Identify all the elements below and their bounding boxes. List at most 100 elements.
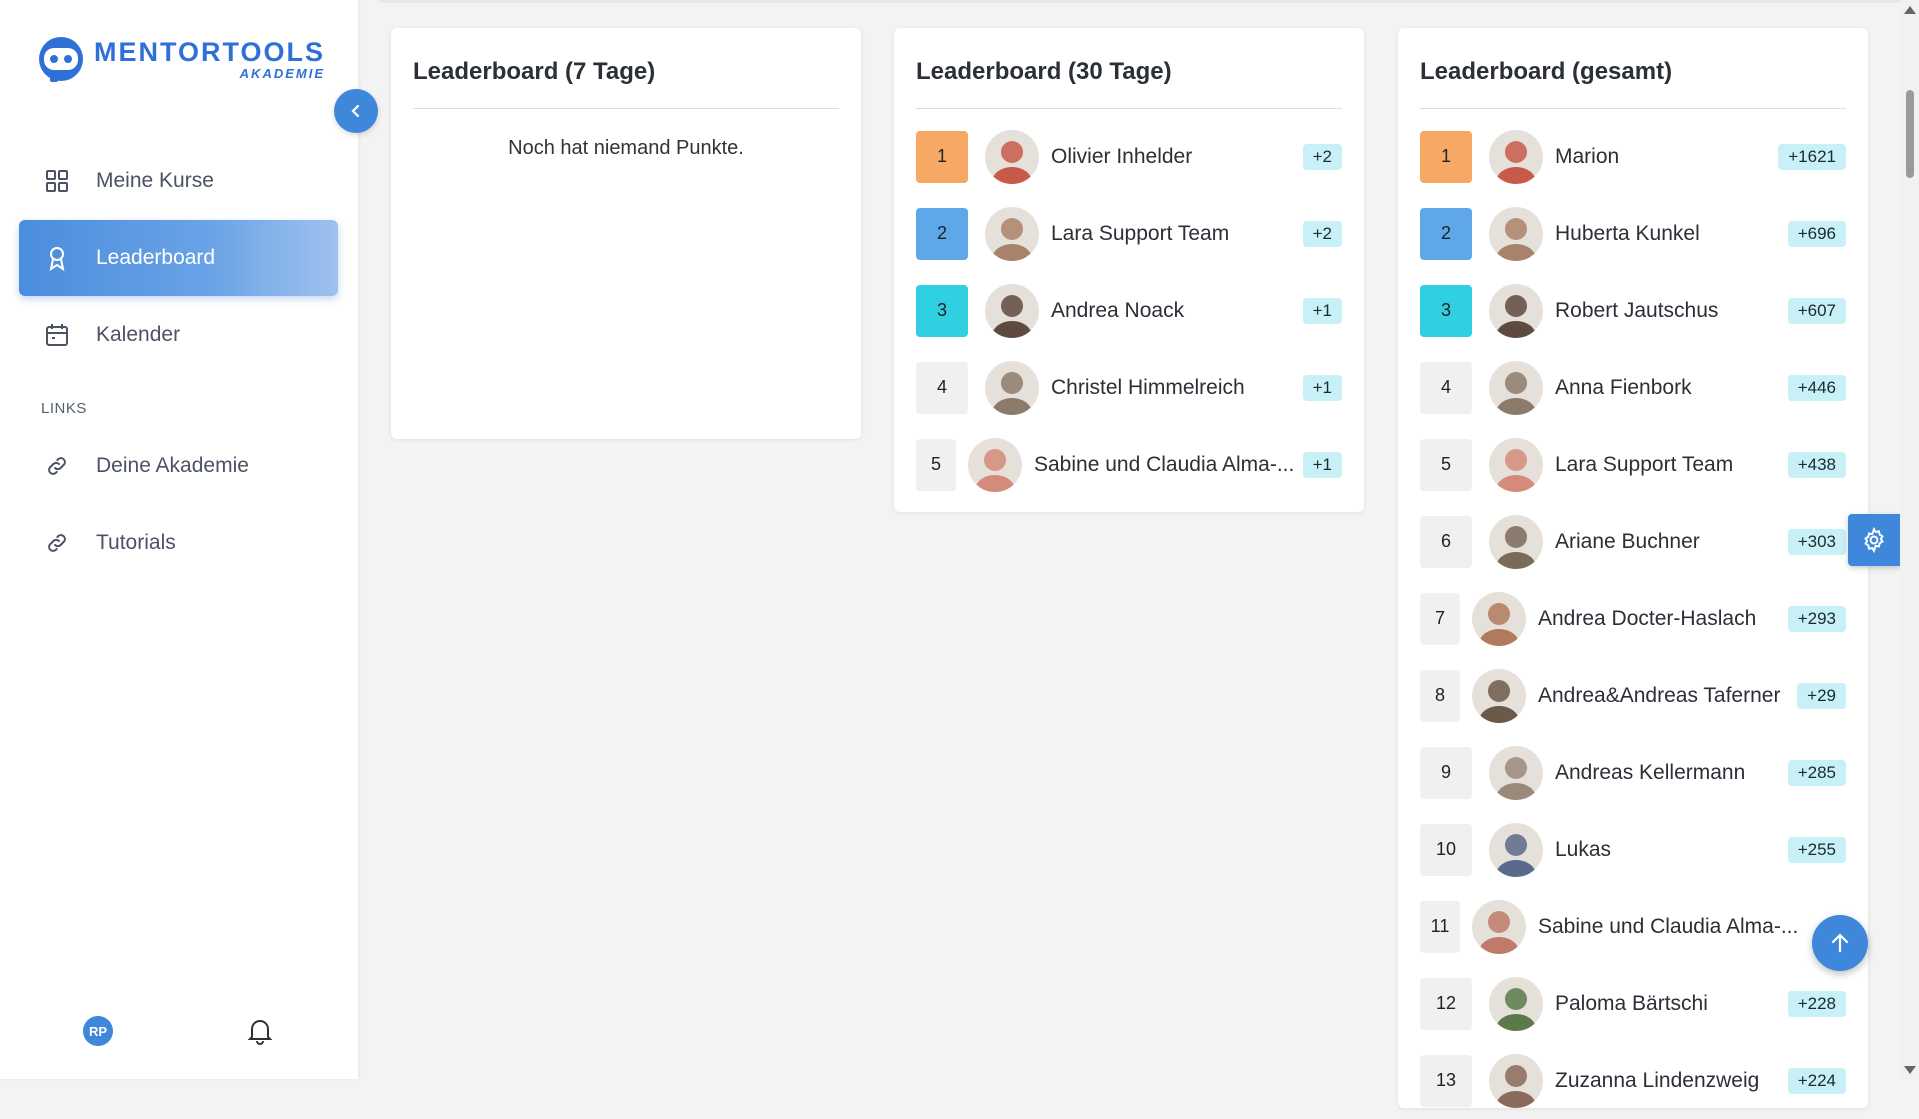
rank-badge: 6 [1420, 515, 1472, 568]
leaderboard-row[interactable]: 5 Sabine und Claudia Alma-... +1 [916, 426, 1342, 503]
nav-item-deine-akademie[interactable]: Deine Akademie [19, 428, 338, 504]
member-name[interactable]: Andreas Kellermann [1555, 761, 1788, 785]
page-scrollbar[interactable] [1900, 0, 1919, 1079]
rank-badge: 10 [1420, 823, 1472, 876]
scroll-down-arrow-icon[interactable] [1904, 1066, 1916, 1074]
member-name[interactable]: Marion [1555, 145, 1778, 169]
points-badge: +1621 [1778, 143, 1846, 170]
leaderboard-row[interactable]: 6 Ariane Buchner +303 [1420, 503, 1846, 580]
rank-badge: 3 [1420, 284, 1472, 337]
leaderboard-row[interactable]: 5 Lara Support Team +438 [1420, 426, 1846, 503]
avatar[interactable] [985, 206, 1039, 261]
avatar[interactable] [1472, 899, 1526, 954]
leaderboard-row[interactable]: 1 Olivier Inhelder +2 [916, 118, 1342, 195]
avatar[interactable] [1489, 745, 1543, 800]
leaderboard-row[interactable]: 13 Zuzanna Lindenzweig +224 [1420, 1042, 1846, 1119]
user-avatar[interactable]: RP [83, 1016, 113, 1046]
leaderboard-row[interactable]: 7 Andrea Docter-Haslach +293 [1420, 580, 1846, 657]
scroll-up-arrow-icon[interactable] [1904, 6, 1916, 14]
rank-badge: 8 [1420, 669, 1460, 722]
scroll-thumb[interactable] [1906, 90, 1914, 178]
member-name[interactable]: Zuzanna Lindenzweig [1555, 1069, 1788, 1093]
member-name[interactable]: Sabine und Claudia Alma-... [1538, 915, 1826, 939]
points-badge: +1 [1302, 297, 1342, 324]
avatar[interactable] [985, 360, 1039, 415]
link-icon [43, 452, 71, 480]
points-badge: +228 [1787, 990, 1846, 1017]
member-name[interactable]: Olivier Inhelder [1051, 145, 1303, 169]
settings-button[interactable] [1848, 514, 1900, 566]
member-name[interactable]: Andrea Noack [1051, 299, 1303, 323]
leaderboard-row[interactable]: 3 Andrea Noack +1 [916, 272, 1342, 349]
member-name[interactable]: Lukas [1555, 838, 1788, 862]
avatar[interactable] [1489, 1053, 1543, 1108]
leaderboard-row[interactable]: 2 Lara Support Team +2 [916, 195, 1342, 272]
member-name[interactable]: Robert Jautschus [1555, 299, 1788, 323]
leaderboard-total-card: Leaderboard (gesamt) 1 Marion +1621 2 Hubert… [1398, 28, 1868, 1108]
calendar-icon [43, 321, 71, 349]
avatar[interactable] [1489, 514, 1543, 569]
nav-item-kalender[interactable]: Kalender [19, 297, 338, 373]
rank-badge: 4 [916, 361, 968, 414]
leaderboard-row[interactable]: 4 Christel Himmelreich +1 [916, 349, 1342, 426]
avatar[interactable] [1489, 822, 1543, 877]
leaderboard-row[interactable]: 10 Lukas +255 [1420, 811, 1846, 888]
arrow-up-icon [1831, 933, 1849, 953]
member-name[interactable]: Huberta Kunkel [1555, 222, 1788, 246]
avatar[interactable] [1489, 283, 1543, 338]
avatar[interactable] [1472, 591, 1526, 646]
member-name[interactable]: Ariane Buchner [1555, 530, 1788, 554]
bell-icon[interactable] [247, 1017, 273, 1045]
avatar[interactable] [1489, 206, 1543, 261]
collapse-sidebar-button[interactable] [334, 89, 378, 133]
avatar[interactable] [1472, 668, 1526, 723]
rank-badge: 2 [1420, 207, 1472, 260]
leaderboard-row[interactable]: 11 Sabine und Claudia Alma-... [1420, 888, 1846, 965]
member-name[interactable]: Andrea&Andreas Taferner [1538, 684, 1797, 708]
card-title: Leaderboard (30 Tage) [916, 28, 1342, 109]
avatar[interactable] [1489, 129, 1543, 184]
member-name[interactable]: Andrea Docter-Haslach [1538, 607, 1788, 631]
nav-item-tutorials[interactable]: Tutorials [19, 505, 338, 581]
leaderboard-row[interactable]: 8 Andrea&Andreas Taferner +29 [1420, 657, 1846, 734]
leaderboard-row[interactable]: 3 Robert Jautschus +607 [1420, 272, 1846, 349]
brand-logo[interactable]: MENTORTOOLS AKADEMIE [36, 34, 325, 84]
member-name[interactable]: Paloma Bärtschi [1555, 992, 1788, 1016]
nav-item-leaderboard[interactable]: Leaderboard [19, 220, 338, 296]
scroll-to-top-button[interactable] [1812, 915, 1868, 971]
rank-badge: 9 [1420, 746, 1472, 799]
links-nav: Deine Akademie Tutorials [19, 428, 338, 582]
avatar[interactable] [1489, 437, 1543, 492]
nav-item-meine-kurse[interactable]: Meine Kurse [19, 143, 338, 219]
member-name[interactable]: Lara Support Team [1051, 222, 1303, 246]
brand-sub: AKADEMIE [239, 65, 326, 81]
avatar[interactable] [1489, 976, 1543, 1031]
avatar[interactable] [985, 129, 1039, 184]
leaderboard-7-days-card: Leaderboard (7 Tage) Noch hat niemand Pu… [391, 28, 861, 439]
member-name[interactable]: Lara Support Team [1555, 453, 1788, 477]
leaderboard-row[interactable]: 2 Huberta Kunkel +696 [1420, 195, 1846, 272]
avatar[interactable] [985, 283, 1039, 338]
nav-item-label: Kalender [96, 323, 181, 346]
nav-item-label: Meine Kurse [96, 169, 214, 192]
leaderboard-row[interactable]: 9 Andreas Kellermann +285 [1420, 734, 1846, 811]
points-badge: +285 [1787, 759, 1846, 786]
avatar[interactable] [1489, 360, 1543, 415]
sidebar: MENTORTOOLS AKADEMIE Meine Kurse Leaderb… [0, 0, 358, 1079]
rank-badge: 5 [1420, 438, 1472, 491]
leaderboard-row[interactable]: 4 Anna Fienbork +446 [1420, 349, 1846, 426]
member-name[interactable]: Christel Himmelreich [1051, 376, 1303, 400]
points-badge: +293 [1787, 605, 1846, 632]
nav-item-label: Deine Akademie [96, 454, 249, 477]
rank-badge: 13 [1420, 1054, 1472, 1107]
rank-badge: 11 [1420, 900, 1460, 953]
rank-badge: 7 [1420, 592, 1460, 645]
avatar[interactable] [968, 437, 1022, 492]
leaderboard-row[interactable]: 1 Marion +1621 [1420, 118, 1846, 195]
points-badge: +607 [1787, 297, 1846, 324]
member-name[interactable]: Sabine und Claudia Alma-... [1034, 453, 1303, 477]
brand-name: MENTORTOOLS [94, 36, 326, 67]
member-name[interactable]: Anna Fienbork [1555, 376, 1788, 400]
points-badge: +446 [1787, 374, 1846, 401]
leaderboard-row[interactable]: 12 Paloma Bärtschi +228 [1420, 965, 1846, 1042]
